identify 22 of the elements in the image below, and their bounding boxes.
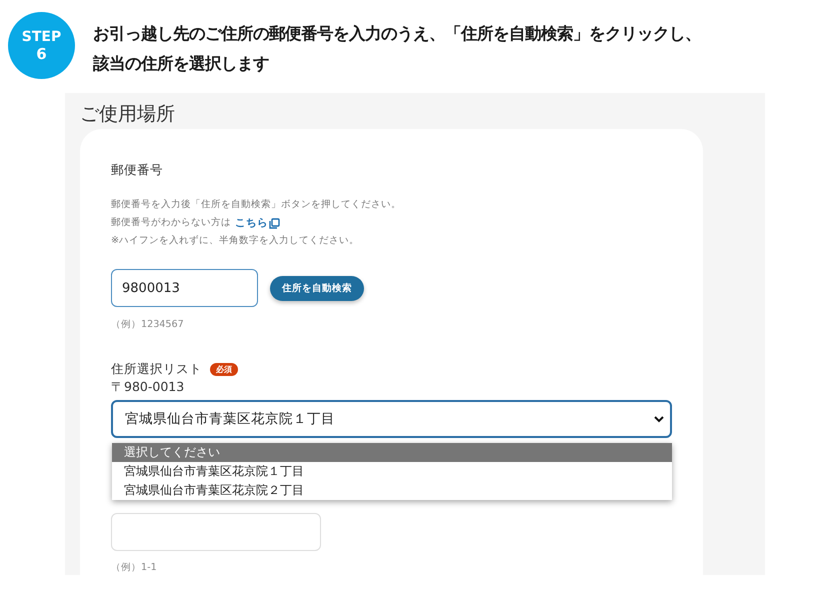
required-badge: 必須 (210, 362, 238, 376)
street-field[interactable] (111, 513, 321, 551)
field-label: 郵便番号 (111, 161, 163, 179)
address-search-button[interactable]: 住所を自動検索 (270, 276, 364, 300)
example-text: （例）1234567 (111, 318, 184, 332)
field-label: 住所選択リスト (111, 360, 202, 378)
step-badge: STEP 6 (8, 12, 75, 79)
new-window-icon (269, 218, 280, 228)
address-select[interactable]: 宮城県仙台市青葉区花京院１丁目 (111, 400, 672, 438)
dropdown-option[interactable]: 宮城県仙台市青葉区花京院２丁目 (112, 481, 672, 500)
help-text: ※ハイフンを入れずに、半角数字を入力してください。 (111, 234, 360, 248)
postal-code-text: 〒980-0013 (111, 378, 184, 396)
dropdown-option[interactable]: 選択してください (112, 443, 672, 462)
instruction-heading: お引っ越し先のご住所の郵便番号を入力のうえ、「住所を自動検索」をクリックし、 該当の住所を選択します (93, 23, 701, 75)
help-text: 郵便番号を入力後「住所を自動検索」ボタンを押してください。 (111, 198, 401, 212)
dropdown-option[interactable]: 宮城県仙台市青葉区花京院１丁目 (112, 462, 672, 481)
chevron-down-icon (654, 416, 664, 422)
section-title: ご使用場所 (80, 102, 175, 126)
link[interactable]: こちら (235, 217, 280, 229)
help-text: 郵便番号がわからない方は こちら (111, 214, 280, 232)
example-text: （例）1-1 (111, 561, 157, 575)
postal-code-field[interactable]: 9800013 (111, 269, 258, 307)
